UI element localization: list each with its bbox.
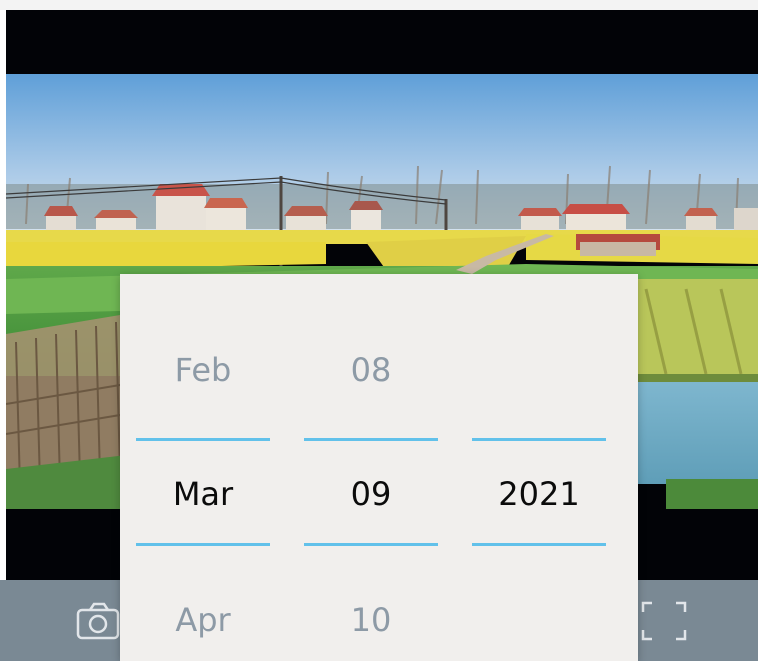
camera-icon[interactable] [76, 601, 120, 641]
video-player-screen: Feb Mar Apr 08 09 10 2021 [0, 0, 758, 661]
month-prev[interactable]: Feb [136, 348, 270, 392]
fullscreen-icon[interactable] [640, 600, 688, 642]
month-selected[interactable]: Mar [136, 472, 270, 516]
year-prev[interactable] [472, 348, 606, 392]
day-selected[interactable]: 09 [304, 472, 438, 516]
year-selection-divider-bottom [472, 543, 606, 546]
month-wheel[interactable]: Feb Mar Apr [136, 274, 270, 661]
day-wheel[interactable]: 08 09 10 [304, 274, 438, 661]
month-next[interactable]: Apr [136, 598, 270, 642]
date-picker-dialog: Feb Mar Apr 08 09 10 2021 [120, 274, 638, 661]
year-selected[interactable]: 2021 [472, 472, 606, 516]
year-wheel[interactable]: 2021 [472, 274, 606, 661]
day-selection-divider-bottom [304, 543, 438, 546]
month-selection-divider-top [136, 438, 270, 441]
day-prev[interactable]: 08 [304, 348, 438, 392]
status-strip [0, 0, 758, 10]
year-next[interactable] [472, 598, 606, 642]
day-next[interactable]: 10 [304, 598, 438, 642]
year-selection-divider-top [472, 438, 606, 441]
month-selection-divider-bottom [136, 543, 270, 546]
day-selection-divider-top [304, 438, 438, 441]
